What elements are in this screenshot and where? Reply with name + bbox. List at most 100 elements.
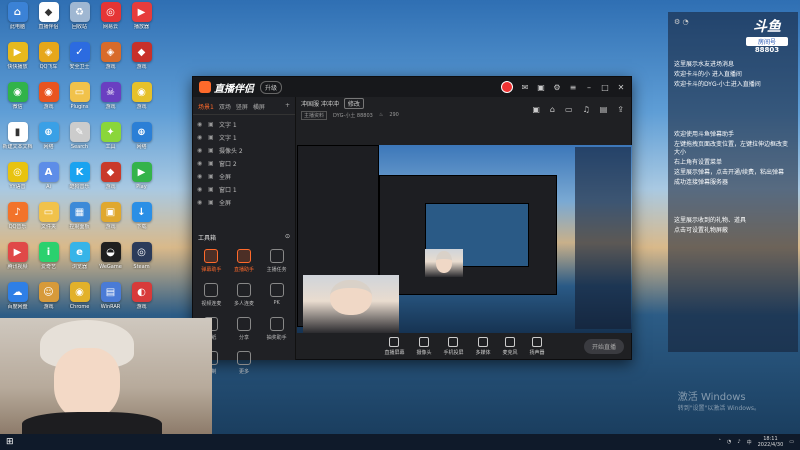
bell-icon[interactable]: ♫ (583, 105, 590, 114)
desktop-icon[interactable]: ✎ Search (64, 122, 95, 162)
tool-button[interactable]: 主播任务 (260, 249, 293, 273)
app-titlebar[interactable]: 直播伴侣 升级 ✉ ▣ ⚙ ≡ – □ ✕ (193, 77, 631, 97)
desktop-icon[interactable]: A Ai (33, 162, 64, 202)
desktop-icon[interactable]: ◆ 游戏 (95, 162, 126, 202)
source-item[interactable]: ◉ ▣ 摄像头 2 (197, 144, 291, 157)
source-item[interactable]: ◉ ▣ 全屏 (197, 196, 291, 209)
desktop-icon[interactable]: e 浏览器 (64, 242, 95, 282)
visibility-icon[interactable]: ◉ (197, 134, 205, 141)
start-live-button[interactable]: 开始直播 (583, 339, 624, 354)
tool-button[interactable]: 多人连麦 (228, 283, 261, 307)
menu-icon[interactable]: ≡ (569, 83, 577, 92)
scene-tab[interactable]: 竖屏 (236, 102, 248, 111)
desktop-icon[interactable]: ♪ QQ音乐 (2, 202, 33, 242)
desktop-icon[interactable]: ↓ 下载 (126, 202, 157, 242)
visibility-icon[interactable]: ◉ (197, 186, 205, 193)
lock-icon[interactable]: ⌂ (550, 105, 555, 114)
desktop-icon[interactable]: ◐ 游戏 (126, 282, 157, 322)
desktop-icon[interactable]: ⌂ 此电脑 (2, 2, 33, 42)
tool-button[interactable]: 抽奖助手 (260, 317, 293, 341)
desktop-icon[interactable]: ✓ 安全卫士 (64, 42, 95, 82)
desktop-icon[interactable]: ⊕ 网络 (126, 122, 157, 162)
more-tools-icon[interactable]: ⊙ (285, 233, 290, 242)
desktop-icon[interactable]: ▶ 腾讯视频 (2, 242, 33, 282)
desktop-icon[interactable]: ◉ Chrome (64, 282, 95, 322)
desktop-icon[interactable]: ✦ 工具 (95, 122, 126, 162)
chat-settings-icon[interactable]: ⚙ ◔ (674, 18, 689, 26)
source-item[interactable]: ◉ ▣ 文字 1 (197, 131, 291, 144)
tool-button[interactable]: 更多 (228, 351, 261, 375)
visibility-icon[interactable]: ◉ (197, 147, 205, 154)
scene-tab[interactable]: 双场 (219, 102, 231, 111)
start-menu-icon[interactable]: ⊞ (6, 437, 14, 447)
desktop-icon[interactable]: ◎ YY语音 (2, 162, 33, 202)
desktop-icon[interactable]: ◎ Steam (126, 242, 157, 282)
visibility-icon[interactable]: ◉ (197, 121, 205, 128)
scene-tab[interactable]: 横屏 (253, 102, 265, 111)
tool-button[interactable]: 分享 (228, 317, 261, 341)
visibility-icon[interactable]: ◉ (197, 160, 205, 167)
add-source-button[interactable]: 麦克风 (503, 336, 518, 356)
scene-tab[interactable]: 场景1 (198, 102, 214, 111)
notification-icon[interactable]: ▭ (789, 439, 794, 445)
maximize-icon[interactable]: □ (601, 83, 609, 92)
add-source-button[interactable]: 扬声器 (530, 336, 545, 356)
source-item[interactable]: ◉ ▣ 全屏 (197, 170, 291, 183)
desktop-icon[interactable]: ▭ 文件夹 (33, 202, 64, 242)
desktop-icon[interactable]: ☁ 百度网盘 (2, 282, 33, 322)
desktop-icon[interactable]: ▤ WinRAR (95, 282, 126, 322)
layout-icon[interactable]: ▤ (600, 105, 608, 114)
desktop-icon[interactable]: ▮ 新建文本文档 (2, 122, 33, 162)
desktop-icon[interactable]: ◉ 微信 (2, 82, 33, 122)
gift-icon[interactable]: ▣ (537, 83, 545, 92)
source-item[interactable]: ◉ ▣ 窗口 1 (197, 183, 291, 196)
add-source-button[interactable]: 摄像头 (416, 336, 431, 356)
upgrade-badge[interactable]: 升级 (260, 80, 283, 94)
tool-button[interactable]: PK (260, 283, 293, 307)
clock[interactable]: 18:11 2022/4/30 (758, 436, 784, 448)
desktop-icon[interactable]: ◉ 游戏 (33, 82, 64, 122)
desktop-icon[interactable]: ☺ 游戏 (33, 282, 64, 322)
desktop-icon[interactable]: ◆ 游戏 (126, 42, 157, 82)
share-screen-icon[interactable]: ▭ (565, 105, 573, 114)
visibility-icon[interactable]: ◉ (197, 199, 205, 206)
desktop-icon[interactable]: ▶ Play (126, 162, 157, 202)
desktop-icon[interactable]: ◆ 直播伴侣 (33, 2, 64, 42)
edit-title-button[interactable]: 修改 (343, 97, 364, 109)
desktop-icon[interactable]: ▭ Plugins (64, 82, 95, 122)
desktop-icon[interactable]: ⊕ 网络 (33, 122, 64, 162)
ime-icon[interactable]: 中 (747, 439, 752, 446)
desktop-icon[interactable]: ◈ 游戏 (95, 42, 126, 82)
tool-button[interactable]: 视频连麦 (195, 283, 228, 307)
desktop-icon[interactable]: ◎ 网易云 (95, 2, 126, 42)
desktop-icon[interactable]: ♻ 回收站 (64, 2, 95, 42)
add-scene-icon[interactable]: + (285, 102, 290, 111)
desktop-icon[interactable]: ◉ 游戏 (126, 82, 157, 122)
mail-icon[interactable]: ✉ (521, 83, 529, 92)
desktop-icon[interactable]: ◈ QQ飞车 (33, 42, 64, 82)
minimize-icon[interactable]: – (585, 83, 593, 92)
desktop-icon[interactable]: ◒ WeGame (95, 242, 126, 282)
add-source-button[interactable]: 多媒体 (476, 336, 491, 356)
settings-icon[interactable]: ⚙ (553, 83, 561, 92)
volume-icon[interactable]: ♪ (737, 439, 740, 445)
gift-box-icon[interactable]: ▣ (532, 105, 540, 114)
danmaku-overlay[interactable]: ⚙ ◔ 斗鱼 房间号 88803 这里展示水友进场消息 欢迎卡斗的小 进入直播间欢… (668, 12, 798, 352)
add-source-button[interactable]: 手机投屏 (443, 336, 464, 356)
tool-button[interactable]: 弹幕助手 (195, 249, 228, 273)
desktop-icon[interactable]: ▣ 游戏 (95, 202, 126, 242)
chevron-up-icon[interactable]: ˄ (719, 439, 722, 445)
desktop-icon[interactable]: i 爱奇艺 (33, 242, 64, 282)
source-item[interactable]: ◉ ▣ 窗口 2 (197, 157, 291, 170)
tool-button[interactable]: 直播助手 (228, 249, 261, 273)
streaming-app-window[interactable]: 直播伴侣 升级 ✉ ▣ ⚙ ≡ – □ ✕ 场景1 双场 竖屏 横屏 + ◉ ▣ 文字 1 ◉… (192, 76, 632, 375)
source-item[interactable]: ◉ ▣ 文字 1 (197, 118, 291, 131)
visibility-icon[interactable]: ◉ (197, 173, 205, 180)
desktop-icon[interactable]: ▶ 快快播放 (2, 42, 33, 82)
add-source-button[interactable]: 直播屏幕 (384, 336, 404, 356)
streamer-info-button[interactable]: 主播资料 (301, 110, 328, 120)
close-icon[interactable]: ✕ (617, 83, 625, 92)
desktop-icon[interactable]: ☠ 游戏 (95, 82, 126, 122)
live-preview[interactable] (297, 145, 632, 333)
desktop-icon[interactable]: ▶ 播放器 (126, 2, 157, 42)
